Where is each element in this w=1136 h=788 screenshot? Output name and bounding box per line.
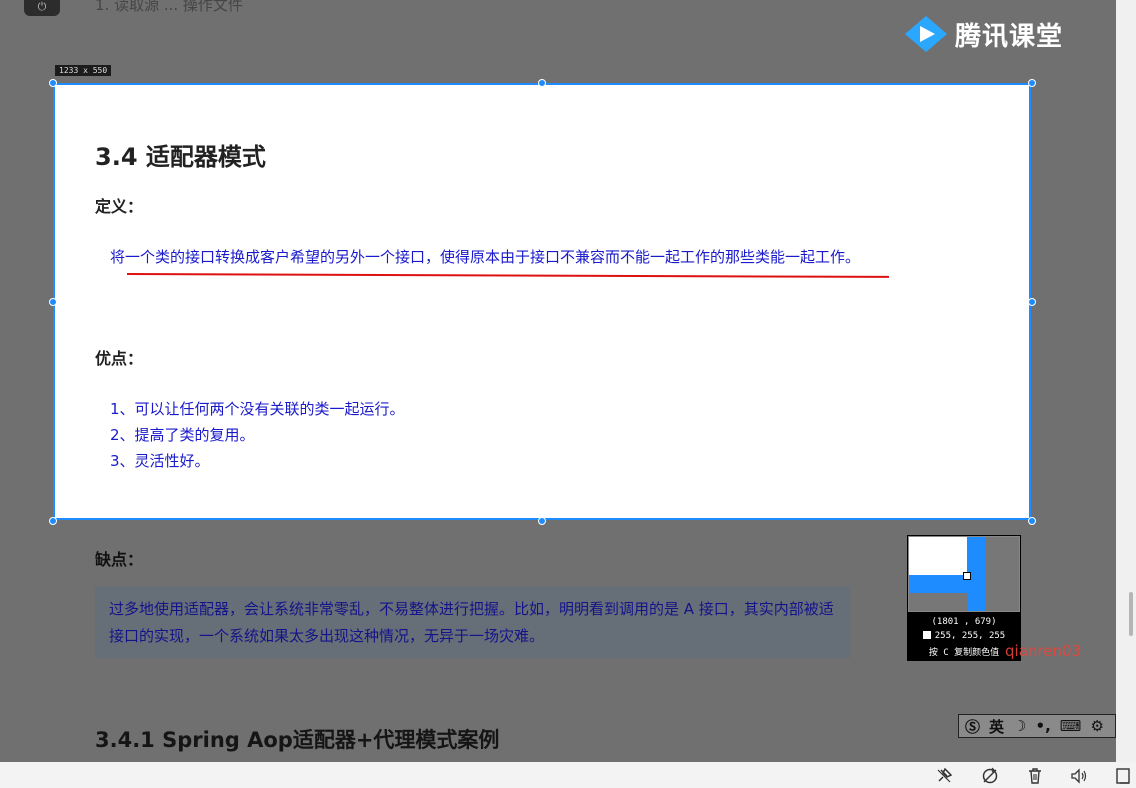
definition-heading: 定义： — [95, 197, 144, 216]
resize-handle-left[interactable] — [49, 298, 57, 306]
cons-line-2: 接口的实现，一个系统如果太多出现这种情况，无异于一场灾难。 — [109, 627, 545, 645]
cons-line-1: 过多地使用适配器，会让系统非常零乱，不易整体进行把握。比如，明明看到调用的是 A… — [109, 600, 834, 618]
vertical-scrollbar[interactable] — [1116, 0, 1136, 762]
resize-handle-top[interactable] — [538, 79, 546, 87]
resize-handle-right[interactable] — [1028, 298, 1036, 306]
resize-handle-bottom[interactable] — [538, 517, 546, 525]
cursor-coordinates: (1801 , 679) — [931, 617, 997, 627]
cut-off-text: 1. 读取源 ... 操作文件 — [95, 0, 243, 14]
color-swatch — [922, 631, 931, 639]
tencent-classroom-logo-icon — [905, 16, 947, 52]
resize-handle-top-right[interactable] — [1028, 79, 1036, 87]
player-toolbar — [0, 762, 1136, 788]
keyboard-icon[interactable]: ⌨ — [1060, 717, 1082, 735]
ime-toolbar[interactable]: Ⓢ 英 ☽ •, ⌨ ⚙ — [958, 714, 1116, 738]
punctuation-icon[interactable]: •, — [1035, 717, 1050, 735]
definition-text: 将一个类的接口转换成客户希望的另外一个接口，使得原本由于接口不兼容而不能一起工作… — [110, 248, 861, 266]
section-title: 3.4 适配器模式 — [95, 143, 266, 171]
logo-text: 腾讯课堂 — [955, 21, 1064, 52]
pros-item-3: 3、灵活性好。 — [110, 452, 210, 470]
power-icon[interactable]: ⏻ — [24, 0, 60, 16]
trash-icon[interactable] — [1026, 767, 1044, 785]
resize-handle-bottom-left[interactable] — [49, 517, 57, 525]
watermark: qianren03 — [1005, 642, 1082, 660]
scrollbar-thumb[interactable] — [1129, 592, 1133, 636]
gear-icon[interactable]: ⚙ — [1090, 717, 1103, 735]
color-picker-magnifier: (1801 , 679) 255, 255, 255 按 C 复制颜色值 — [907, 535, 1021, 661]
ime-logo-icon[interactable]: Ⓢ — [965, 716, 980, 737]
pin-icon[interactable] — [935, 767, 953, 785]
screenshot-selection-region[interactable]: 3.4 适配器模式 定义： 将一个类的接口转换成客户希望的另外一个接口，使得原本… — [53, 83, 1031, 520]
cons-heading: 缺点： — [95, 550, 144, 569]
ime-language-toggle[interactable]: 英 — [989, 716, 1004, 737]
volume-icon[interactable] — [1070, 767, 1088, 785]
copy-color-hint: 按 C 复制颜色值 — [928, 648, 1000, 658]
color-rgb-value: 255, 255, 255 — [934, 631, 1006, 641]
window-mode-icon[interactable] — [1114, 767, 1132, 785]
subsection-title: 3.4.1 Spring Aop适配器+代理模式案例 — [95, 728, 500, 752]
selection-size-label: 1233 x 550 — [55, 65, 112, 76]
crosshair-icon — [963, 572, 971, 580]
magnified-view — [908, 536, 1020, 612]
resize-handle-top-left[interactable] — [49, 79, 57, 87]
danmaku-off-icon[interactable] — [981, 767, 999, 785]
pros-heading: 优点： — [95, 349, 144, 368]
moon-icon[interactable]: ☽ — [1013, 717, 1026, 735]
resize-handle-bottom-right[interactable] — [1028, 517, 1036, 525]
tencent-classroom-logo: 腾讯课堂 — [903, 14, 1063, 54]
red-annotation-underline — [126, 273, 889, 278]
cons-block: 过多地使用适配器，会让系统非常零乱，不易整体进行把握。比如，明明看到调用的是 A… — [95, 586, 850, 658]
pros-item-2: 2、提高了类的复用。 — [110, 426, 255, 444]
pros-item-1: 1、可以让任何两个没有关联的类一起运行。 — [110, 400, 405, 418]
